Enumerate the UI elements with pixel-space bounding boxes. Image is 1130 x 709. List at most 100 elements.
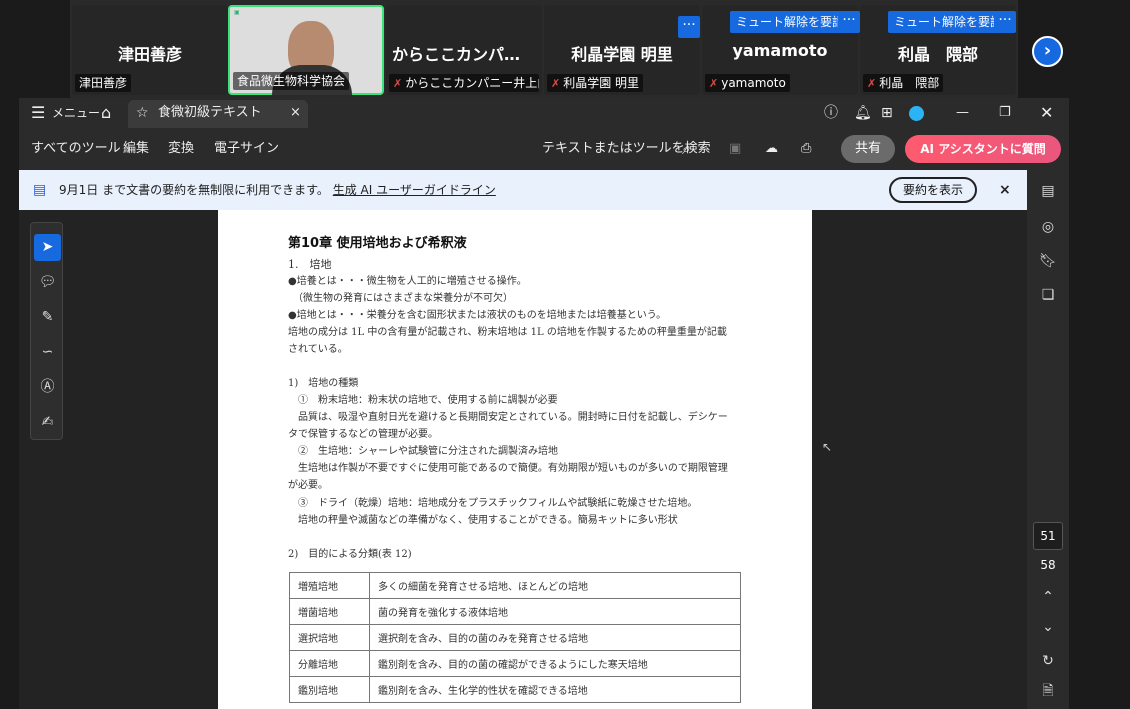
participant-label: ✗ 利晶 隈部 (863, 74, 944, 92)
summary-icon: ▤ (33, 182, 47, 198)
current-page-input[interactable]: 51 (1033, 522, 1063, 550)
mic-muted-icon: ✗ (709, 77, 719, 90)
more-options-button[interactable]: ··· (678, 16, 700, 38)
table-cell: 増殖培地 (289, 572, 370, 599)
comment-icon[interactable]: 💬︎ (34, 269, 61, 296)
participant-name: 利晶 隈部 (897, 45, 978, 64)
search-icon[interactable]: ⌕ (682, 128, 690, 170)
table-cell: 多くの細菌を発育させる培地、ほとんどの培地 (369, 572, 741, 599)
ai-guideline-link[interactable]: 生成 AI ユーザーガイドライン (333, 183, 496, 197)
toolbar-convert[interactable]: 変換 (168, 128, 194, 170)
toolbar-edit[interactable]: 編集 (123, 128, 149, 170)
body-text: ① 粉末培地：粉末状の培地で、使用する前に調製が必要 (288, 395, 558, 406)
close-banner-button[interactable]: × (999, 170, 1011, 210)
body-text: が必要。 (288, 480, 328, 491)
medium-classification-table: 増殖培地 多くの細菌を発育させる培地、ほとんどの培地 増菌培地 菌の発育を強化する液… (289, 572, 741, 703)
document-viewer[interactable]: ➤ 💬︎ ✎ ∽ Ⓐ ✍ 第10章 使用培地および希釈液 1. 培地 ●培養とは… (19, 210, 1027, 709)
participant-label: ✗ yamamoto (705, 74, 790, 92)
participant-name: 津田善彦 (117, 45, 182, 64)
share-button[interactable]: 共有 (841, 135, 895, 163)
apps-grid-icon[interactable]: ⊞ (881, 98, 893, 128)
section-heading: 1. 培地 (288, 258, 332, 271)
participant-label: 津田善彦 (75, 74, 132, 92)
ai-assistant-button[interactable]: AI アシスタントに質問 (905, 135, 1061, 163)
body-text: されている。 (288, 344, 348, 355)
bookmark-icon[interactable]: 🔖︎ (1037, 250, 1059, 272)
table-row: 鑑別培地 鑑別剤を含み、生化学的性状を確認できる培地 (289, 676, 741, 703)
table-cell: 選択剤を含み、目的の菌のみを発育させる培地 (369, 624, 741, 651)
select-cursor-icon[interactable]: ➤ (34, 234, 61, 261)
right-side-panel: ▤ ◎ 🔖︎ ❏ 51 58 ⌃ ⌄ ↻ 🗎︎ (1027, 170, 1069, 709)
print-icon[interactable]: ⎙ (801, 128, 811, 170)
account-icon[interactable] (909, 106, 924, 121)
next-participants-button[interactable]: › (1032, 36, 1063, 67)
pages-panel-icon[interactable]: ❏ (1037, 284, 1059, 306)
table-cell: 鑑別剤を含み、生化学的性状を確認できる培地 (369, 676, 741, 703)
save-icon: ▣ (729, 141, 742, 156)
mic-muted-icon: ✗ (867, 77, 877, 90)
document-tab[interactable]: ☆ 食微初級テキスト2025.... × (128, 98, 308, 150)
subsection-heading: 2) 目的による分類(表 12) (288, 549, 412, 560)
body-text: ③ ドライ（乾燥）培地：培地成分をプラスチックフィルムや試験紙に乾燥させた培地。 (288, 498, 698, 509)
maximize-button[interactable]: ❐ (999, 98, 1011, 128)
participant-tile[interactable]: 津田善彦 津田善彦 (72, 5, 228, 95)
menu-label[interactable]: メニュー (52, 98, 100, 128)
star-icon[interactable]: ☆ (136, 98, 149, 128)
summary-promo-banner: ▤ 9月1日 まで文書の要約を無制限に利用できます。 生成 AI ユーザーガイド… (19, 170, 1027, 210)
participant-label: 食品微生物科学協会 (233, 72, 350, 90)
toolbar-all-tools[interactable]: すべてのツール (31, 128, 121, 170)
annotation-toolbar: ➤ 💬︎ ✎ ∽ Ⓐ ✍ (30, 222, 63, 440)
request-unmute-button[interactable]: ミュート解除を要請 (888, 11, 1009, 33)
page-up-icon[interactable]: ⌃ (1037, 586, 1059, 608)
participant-tile[interactable]: からここカンパニー… ✗からここカンパニー井上由… (386, 5, 542, 95)
body-text: 培地の成分は 1L 中の含有量が記載され、粉末培地は 1L の培地を作製するため… (288, 327, 727, 338)
hamburger-icon[interactable]: ☰ (31, 98, 45, 128)
page-down-icon[interactable]: ⌄ (1037, 616, 1059, 638)
table-row: 増菌培地 菌の発育を強化する液体培地 (289, 598, 741, 625)
table-cell: 鑑別剤を含み、目的の菌の確認ができるようにした寒天培地 (369, 650, 741, 677)
rotate-icon[interactable]: ↻ (1037, 650, 1059, 672)
mouse-cursor-icon: ↖ (822, 440, 833, 454)
home-icon[interactable]: ⌂ (101, 98, 111, 128)
table-cell: 増菌培地 (289, 598, 370, 625)
logo-icon: ▣ (234, 9, 240, 16)
ai-summary-icon[interactable]: ▤ (1037, 180, 1059, 202)
participant-tile[interactable]: 利晶学園 明里 ✗ 利晶学園 明里 (544, 5, 700, 95)
table-cell: 鑑別培地 (289, 676, 370, 703)
table-row: 選択培地 選択剤を含み、目的の菌のみを発育させる培地 (289, 624, 741, 651)
freehand-draw-icon[interactable]: ∽ (34, 339, 61, 366)
body-text: ② 生培地：シャーレや試験管に分注された調製済み培地 (288, 446, 558, 457)
bell-icon[interactable]: 🔔︎ (854, 98, 872, 128)
show-summary-button[interactable]: 要約を表示 (889, 177, 977, 203)
window-close-button[interactable]: ✕ (1040, 98, 1053, 128)
toolbar-e-sign[interactable]: 電子サイン (214, 128, 279, 170)
upload-cloud-icon[interactable]: ☁ (765, 128, 778, 170)
participant-tile-active-speaker[interactable]: ▣ 食品微生物科学協会 (228, 5, 384, 95)
body-text: （微生物の発育にはさまざまな栄養分が不可欠） (288, 293, 513, 304)
fill-sign-icon[interactable]: ✍ (34, 409, 61, 436)
table-row: 分離培地 鑑別剤を含み、目的の菌の確認ができるようにした寒天培地 (289, 650, 741, 677)
tab-close-button[interactable]: × (290, 98, 301, 128)
more-options-button[interactable]: ··· (838, 11, 860, 33)
chapter-heading: 第10章 使用培地および希釈液 (288, 236, 467, 251)
main-toolbar: すべてのツール 編集 変換 電子サイン テキストまたはツールを検索 ⌕ ▣ ☁ … (19, 128, 1069, 170)
text-box-icon[interactable]: Ⓐ (34, 374, 61, 401)
minimize-button[interactable]: — (956, 98, 969, 128)
page-settings-icon[interactable]: 🗎︎ (1037, 680, 1059, 702)
help-icon[interactable]: ⓘ (824, 98, 838, 128)
participant-label: ✗ 利晶学園 明里 (547, 74, 644, 92)
body-text: 培地の秤量や滅菌などの準備がなく、使用することができる。簡易キットに多い形状 (288, 515, 678, 526)
comments-panel-icon[interactable]: ◎ (1037, 216, 1059, 238)
more-options-button[interactable]: ··· (994, 11, 1016, 33)
highlight-pen-icon[interactable]: ✎ (34, 304, 61, 331)
table-cell: 菌の発育を強化する液体培地 (369, 598, 741, 625)
participant-name: yamamoto (732, 41, 828, 60)
body-text: 生培地は作製が不要ですぐに使用可能であるので簡便。有効期限が短いものが多いので期… (288, 463, 728, 474)
tab-title: 食微初級テキスト2025.... (158, 105, 262, 150)
body-text: ●培養とは・・・微生物を人工的に増殖させる操作。 (288, 276, 527, 287)
body-text: 品質は、吸湿や直射日光を避けると長期間安定とされている。開封時に日付を記載し、デ… (288, 412, 728, 423)
total-pages: 58 (1040, 558, 1056, 572)
mic-muted-icon: ✗ (551, 77, 561, 90)
body-text: ●培地とは・・・栄養分を含む固形状または液状のものを培地または培養基という。 (288, 310, 667, 321)
request-unmute-button[interactable]: ミュート解除を要請 (730, 11, 851, 33)
